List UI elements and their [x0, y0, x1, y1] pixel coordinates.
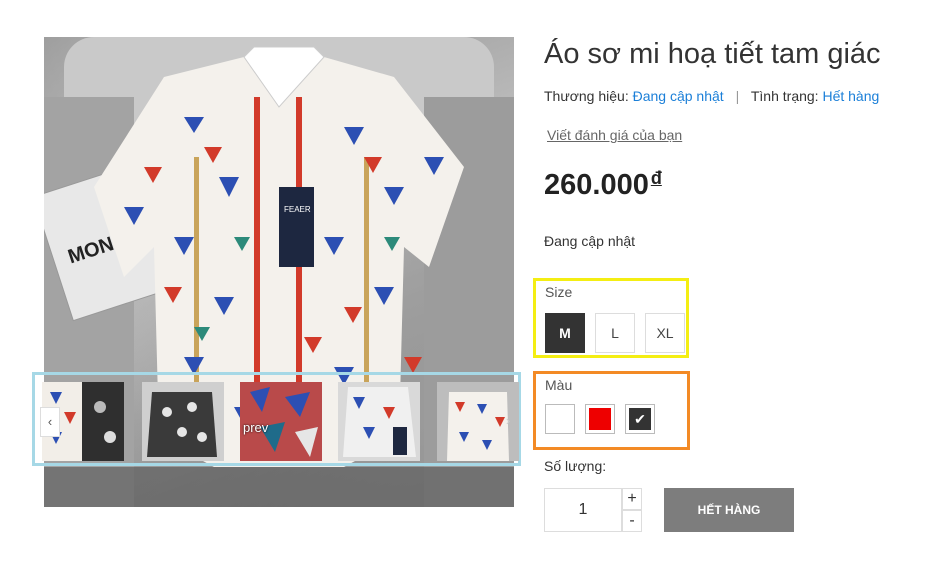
write-review-link[interactable]: Viết đánh giá của bạn — [547, 127, 682, 143]
price-value: 260.000 — [544, 169, 649, 201]
size-option-m[interactable]: M — [545, 313, 585, 353]
swatch-fill: ✔ — [629, 408, 651, 430]
stock-status[interactable]: Hết hàng — [822, 88, 879, 104]
chevron-right-icon: › — [505, 413, 511, 428]
stock-label: Tình trạng: — [750, 88, 819, 104]
meta-separator: | — [735, 88, 740, 104]
quantity-increase-button[interactable]: + — [622, 488, 642, 510]
currency-symbol: đ — [650, 168, 662, 188]
quantity-decrease-button[interactable]: - — [622, 510, 642, 532]
checkmark-icon: ✔ — [634, 411, 646, 427]
chevron-left-icon: ‹ — [47, 414, 53, 429]
gallery-next-button[interactable]: › — [498, 407, 518, 437]
swatch-fill — [549, 408, 571, 430]
brand-link[interactable]: Đang cập nhật — [633, 88, 724, 104]
size-option-xl[interactable]: XL — [645, 313, 685, 353]
thumbnail-gallery: prev ‹ › — [32, 372, 521, 466]
size-selector: Size M L XL — [533, 278, 689, 358]
size-label: Size — [545, 284, 573, 300]
quantity-input[interactable] — [544, 488, 622, 532]
thumbnail-4[interactable] — [338, 382, 420, 461]
gallery-prev-label[interactable]: prev — [243, 420, 268, 435]
product-price: 260.000 đ — [544, 168, 662, 202]
svg-text:FEAER: FEAER — [284, 205, 311, 214]
thumbnail-3[interactable]: prev — [240, 382, 322, 461]
product-title: Áo sơ mi hoạ tiết tam giác — [544, 38, 881, 70]
color-selector: Màu ✔ — [533, 371, 690, 450]
color-swatch-dark[interactable]: ✔ — [625, 404, 655, 434]
color-swatch-white[interactable] — [545, 404, 575, 434]
color-swatch-red[interactable] — [585, 404, 615, 434]
gallery-prev-button[interactable]: ‹ — [40, 407, 60, 437]
color-label: Màu — [545, 377, 573, 393]
brand-label: Thương hiệu: — [544, 88, 629, 104]
swatch-fill — [589, 408, 611, 430]
product-description: Đang cập nhật — [544, 233, 636, 249]
quantity-label: Số lượng: — [544, 458, 607, 474]
out-of-stock-button[interactable]: HẾT HÀNG — [664, 488, 794, 532]
product-meta: Thương hiệu: Đang cập nhật | Tình trạng:… — [544, 88, 879, 104]
size-option-l[interactable]: L — [595, 313, 635, 353]
thumbnail-2[interactable] — [142, 382, 224, 461]
